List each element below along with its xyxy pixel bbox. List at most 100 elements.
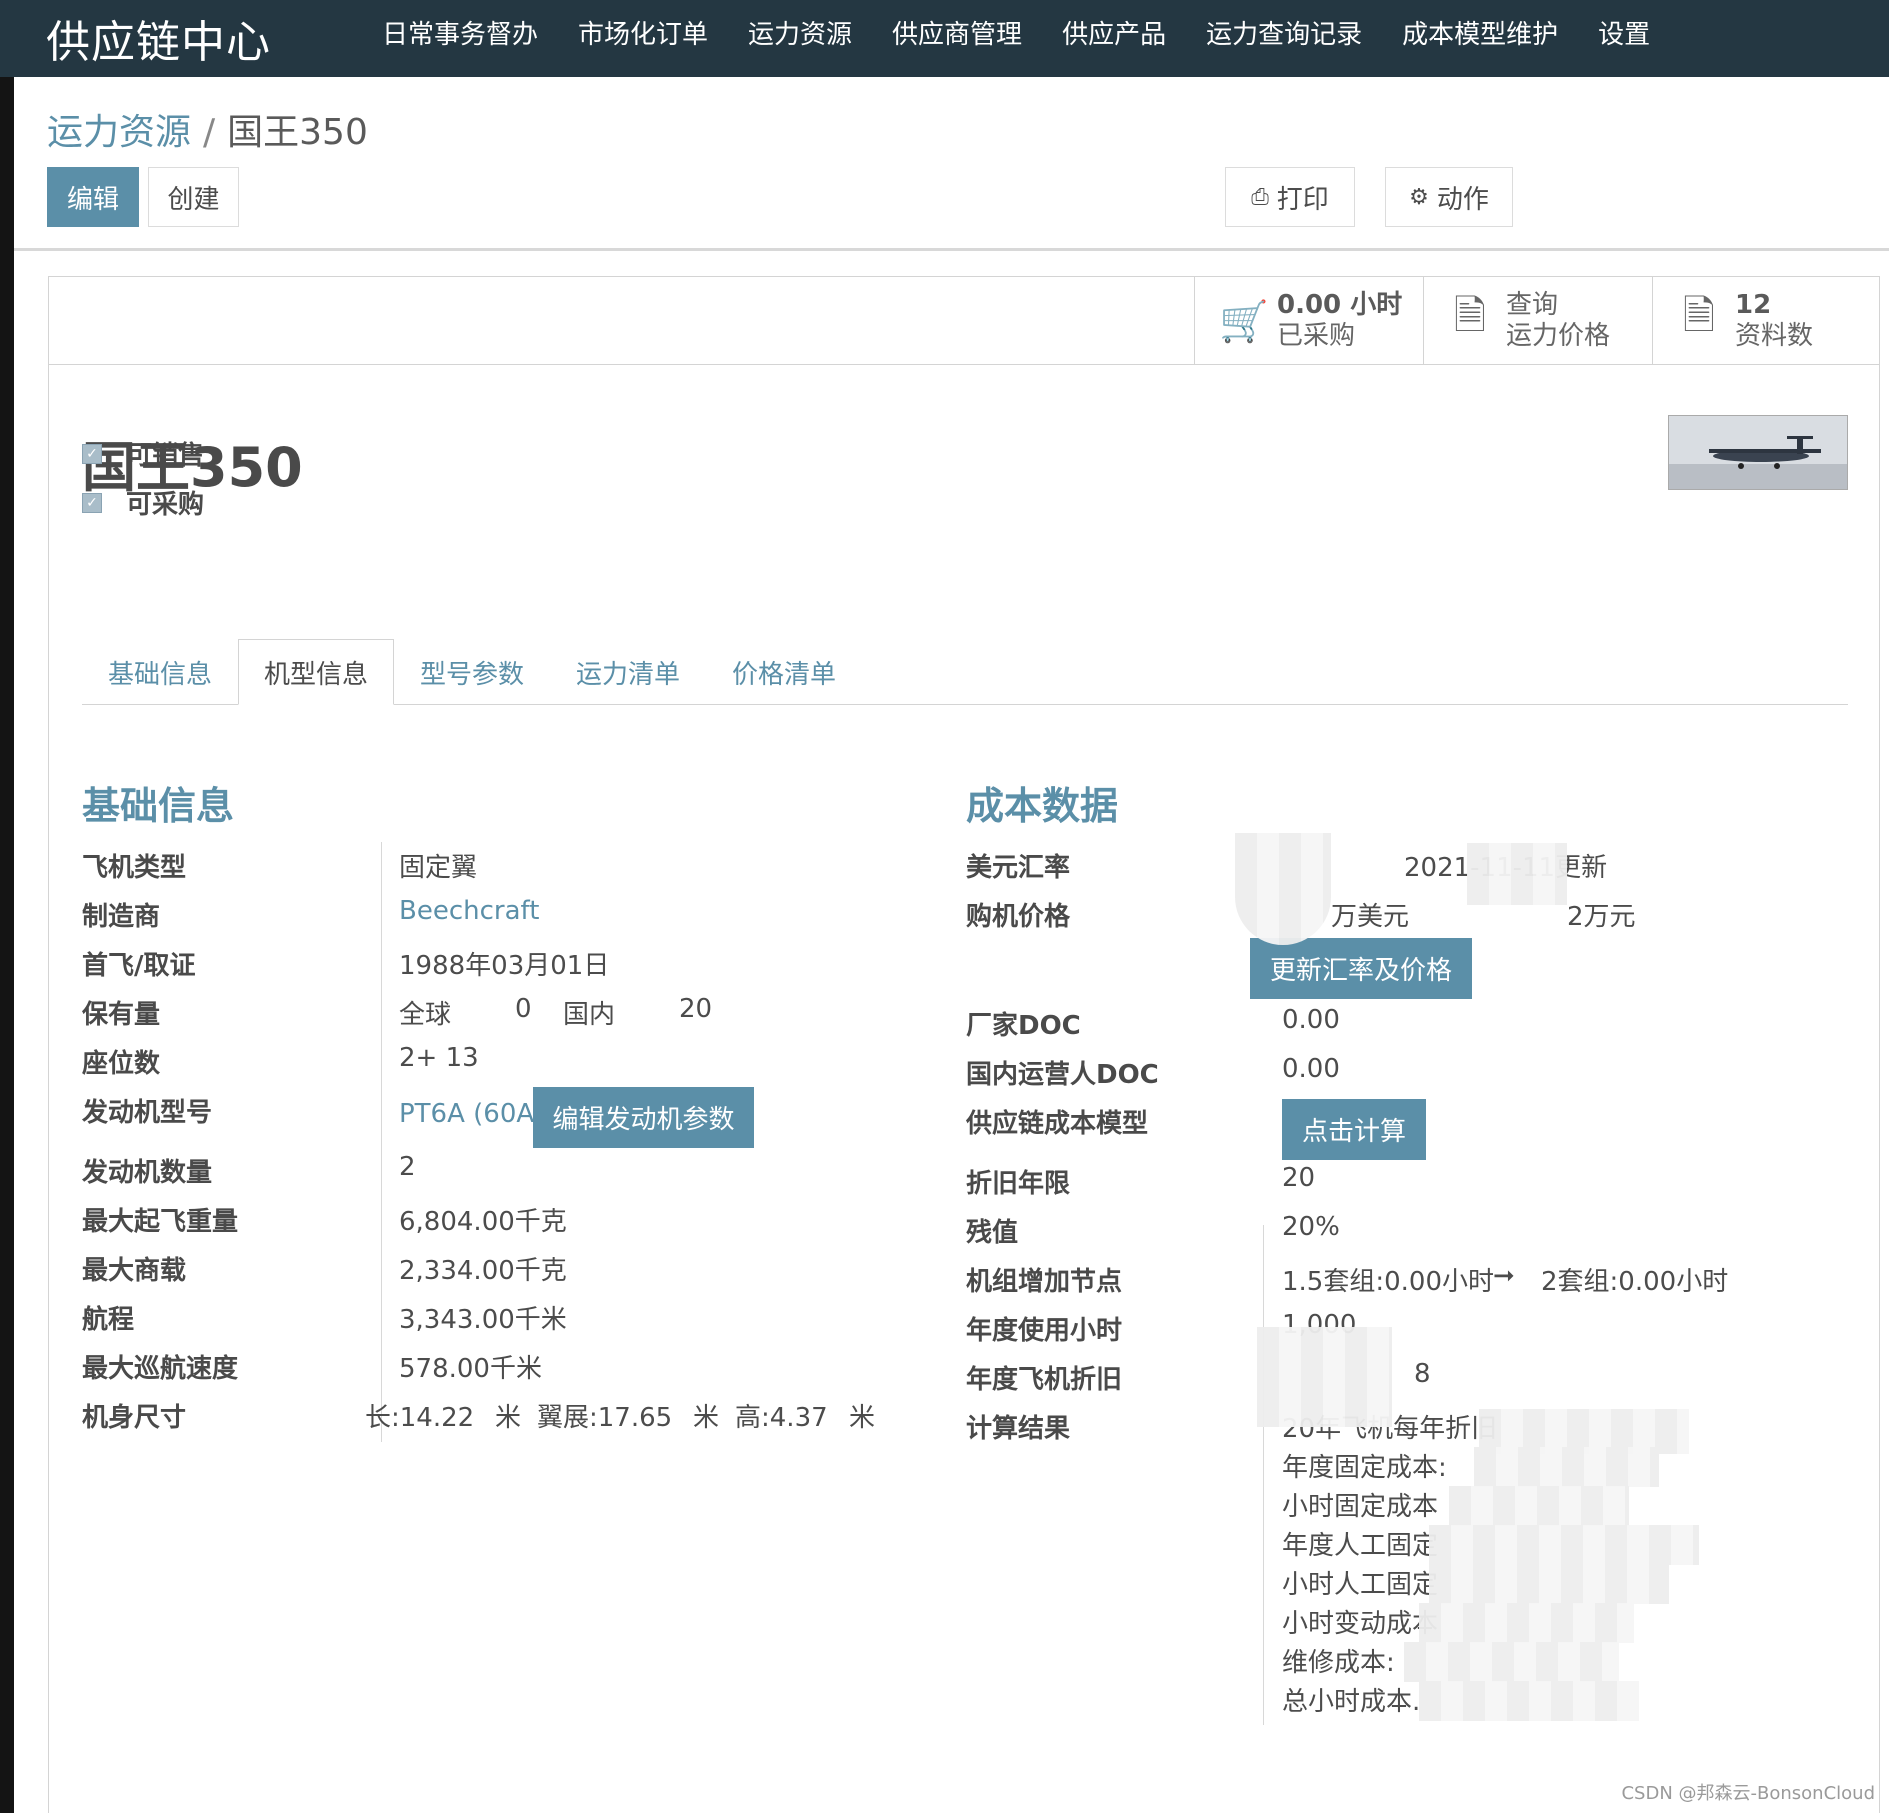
tab-price-list[interactable]: 价格清单 (706, 639, 862, 705)
crew-node-from: 1.5套组:0.00小时 (1282, 1267, 1494, 1297)
basic-info-separator (381, 842, 382, 1442)
tab-model-info[interactable]: 机型信息 (238, 639, 394, 705)
action-label: 动作 (1436, 184, 1489, 215)
documents-label: 资料数 (1735, 321, 1814, 351)
action-button[interactable]: ⚙ 动作 (1385, 167, 1513, 227)
wingspan-value: 翼展:17.65 (537, 1403, 673, 1433)
seats-value: 2+ 13 (399, 1043, 479, 1073)
domestic-doc-label: 国内运营人DOC (966, 1060, 1159, 1090)
usd-rate-label: 美元汇率 (966, 853, 1071, 883)
breadcrumb-parent[interactable]: 运力资源 (47, 112, 191, 153)
aircraft-type-value: 固定翼 (399, 853, 478, 883)
menu-item-settings[interactable]: 设置 (1598, 14, 1650, 51)
tab-capacity-list[interactable]: 运力清单 (550, 639, 706, 705)
notebook-tabs: 基础信息 机型信息 型号参数 运力清单 价格清单 (82, 639, 1848, 705)
cost-data-separator (1263, 1225, 1264, 1725)
max-payload-label: 最大商载 (82, 1256, 187, 1286)
aircraft-photo (1669, 416, 1847, 489)
print-label: 打印 (1276, 184, 1329, 215)
watermark: CSDN @邦森云-BonsonCloud (1621, 1783, 1875, 1804)
menu-item-daily[interactable]: 日常事务督办 (382, 14, 538, 51)
menu-item-products[interactable]: 供应产品 (1062, 14, 1166, 51)
calc-result-label: 计算结果 (966, 1414, 1071, 1444)
fleet-global-label: 全球 (399, 1000, 452, 1030)
engine-model-label: 发动机型号 (82, 1098, 213, 1128)
wingspan-unit: 米 (693, 1403, 720, 1433)
fleet-domestic-value: 20 (679, 994, 713, 1024)
annual-hours-label: 年度使用小时 (966, 1316, 1123, 1346)
aircraft-type-label: 飞机类型 (82, 853, 187, 883)
edit-engine-params-button[interactable]: 编辑发动机参数 (533, 1087, 754, 1148)
first-flight-value: 1988年03月01日 (399, 951, 610, 981)
purchase-price-cny-unit: 2万元 (1567, 902, 1636, 932)
redacted-result-3 (1449, 1486, 1629, 1526)
aircraft-image[interactable] (1668, 415, 1848, 490)
purchased-hours-button[interactable]: 🛒 0.00 小时 已采购 (1194, 277, 1423, 365)
query-price-button[interactable]: 🗎 查询 运力价格 (1423, 277, 1652, 365)
purchased-hours-value: 0.00 小时 (1277, 290, 1403, 320)
cart-icon: 🛒 (1219, 298, 1269, 345)
left-edge (0, 77, 14, 1813)
menu-item-suppliers[interactable]: 供应商管理 (892, 14, 1022, 51)
annual-depreciation-value: 8 (1414, 1359, 1431, 1389)
document-icon: 🗎 (1453, 293, 1487, 339)
body-length-unit: 米 (495, 1403, 522, 1433)
redacted-rate (1235, 833, 1331, 945)
menu-item-cost-model[interactable]: 成本模型维护 (1402, 14, 1558, 51)
create-button[interactable]: 创建 (148, 167, 239, 227)
fleet-domestic-label: 国内 (563, 1000, 616, 1030)
menu-item-orders[interactable]: 市场化订单 (578, 14, 708, 51)
menu-item-capacity[interactable]: 运力资源 (748, 14, 852, 51)
update-rate-price-button[interactable]: 更新汇率及价格 (1250, 938, 1472, 999)
arrow-right-icon: ➞ (1493, 1261, 1515, 1291)
height-value: 高:4.37 (735, 1403, 828, 1433)
menu-item-query-records[interactable]: 运力查询记录 (1206, 14, 1362, 51)
result-line: 年度人工固定 (1282, 1531, 1439, 1561)
redacted-result-7 (1404, 1642, 1619, 1682)
main-menu: 日常事务督办 市场化订单 运力资源 供应商管理 供应产品 运力查询记录 成本模型… (382, 14, 1690, 51)
purchasable-checkbox[interactable]: ✓ (82, 492, 102, 513)
purchasable-label: 可采购 (126, 490, 205, 520)
manufacturer-link[interactable]: Beechcraft (399, 896, 539, 926)
edit-button[interactable]: 编辑 (47, 167, 139, 227)
manufacturer-label: 制造商 (82, 902, 161, 932)
max-payload-value: 2,334.00千克 (399, 1256, 567, 1286)
redacted-depreciation (1257, 1327, 1392, 1427)
height-unit: 米 (849, 1403, 876, 1433)
app-brand[interactable]: 供应链中心 (46, 6, 271, 70)
cruise-speed-label: 最大巡航速度 (82, 1354, 239, 1384)
calculate-button[interactable]: 点击计算 (1282, 1099, 1426, 1160)
crew-node-to: 2套组:0.00小时 (1541, 1267, 1729, 1297)
breadcrumb-separator: / (203, 112, 216, 153)
basic-info-heading: 基础信息 (82, 784, 235, 828)
engine-count-label: 发动机数量 (82, 1158, 213, 1188)
maker-doc-label: 厂家DOC (966, 1011, 1081, 1041)
print-button[interactable]: ⎙ 打印 (1225, 167, 1355, 227)
result-line: 年度固定成本: (1282, 1453, 1447, 1483)
control-panel-divider (14, 248, 1889, 251)
range-value: 3,343.00千米 (399, 1305, 567, 1335)
result-line: 总小时成本. (1282, 1687, 1421, 1717)
domestic-doc-value: 0.00 (1282, 1054, 1340, 1084)
documents-count: 12 (1735, 290, 1772, 320)
tab-model-params[interactable]: 型号参数 (394, 639, 550, 705)
result-line: 小时人工固定 (1282, 1570, 1439, 1600)
depreciation-years-value: 20 (1282, 1163, 1316, 1193)
documents-button[interactable]: 🗎 12 资料数 (1652, 277, 1879, 365)
seats-label: 座位数 (82, 1049, 161, 1079)
cost-model-label: 供应链成本模型 (966, 1109, 1149, 1139)
breadcrumb-current: 国王350 (227, 112, 368, 153)
breadcrumb: 运力资源 / 国王350 (47, 103, 368, 155)
purchasable-row: ✓ 可采购 (82, 484, 204, 521)
saleable-checkbox[interactable]: ✓ (82, 443, 102, 464)
body-size-label: 机身尺寸 (82, 1403, 187, 1433)
result-line: 小时变动成本 (1282, 1609, 1439, 1639)
crew-node-label: 机组增加节点 (966, 1267, 1123, 1297)
fleet-global-value: 0 (515, 994, 532, 1024)
purchase-price-label: 购机价格 (966, 902, 1071, 932)
engine-model-link[interactable]: PT6A (60A) (399, 1099, 544, 1129)
first-flight-label: 首飞/取证 (82, 951, 196, 981)
purchase-price-usd-unit: 万美元 (1331, 902, 1410, 932)
tab-basic-info[interactable]: 基础信息 (82, 639, 238, 705)
smart-button-box: 🛒 0.00 小时 已采购 🗎 查询 运力价格 🗎 12 资料数 (49, 277, 1879, 365)
